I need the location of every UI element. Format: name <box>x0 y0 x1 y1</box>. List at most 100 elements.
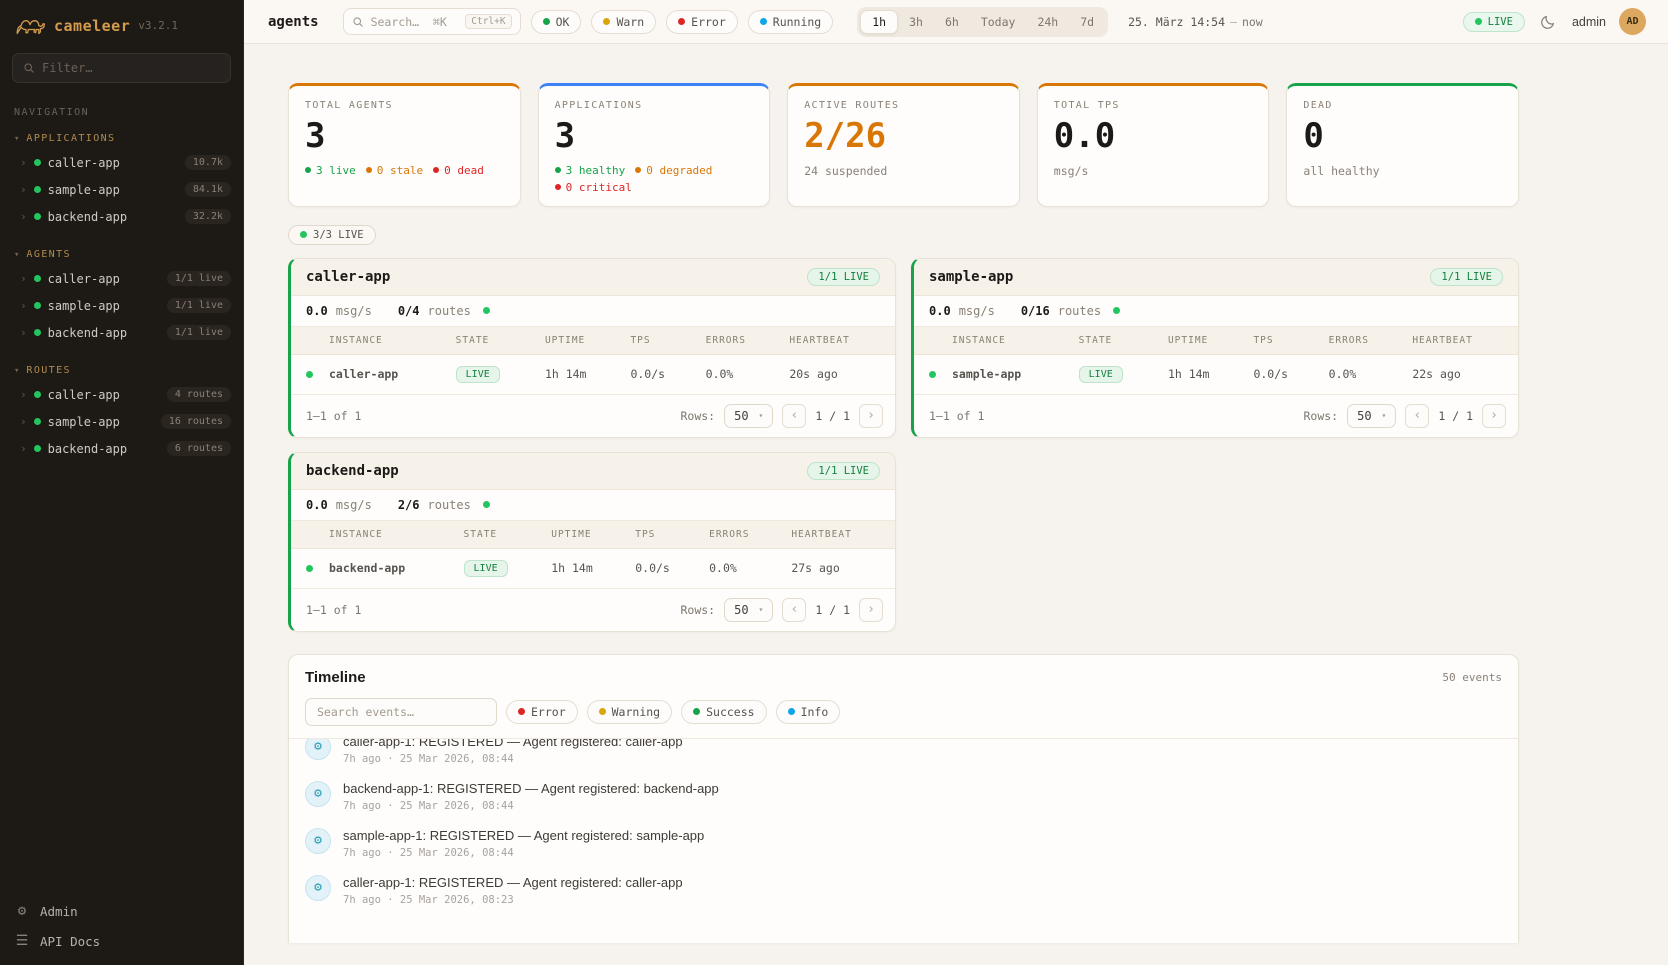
filter-chip-error[interactable]: Error <box>666 10 738 34</box>
chip-label: Running <box>773 15 821 29</box>
sidebar-item-routes-sample-app[interactable]: › sample-app 16 routes <box>0 408 243 435</box>
routes-value: 0/4 <box>398 304 420 318</box>
timeline-event-list[interactable]: ⚙ caller-app-1: REGISTERED — Agent regis… <box>289 738 1518 943</box>
avatar[interactable]: AD <box>1619 8 1646 35</box>
timeline-search-input[interactable] <box>305 698 497 726</box>
sidebar-item-routes-caller-app[interactable]: › caller-app 4 routes <box>0 381 243 408</box>
dark-mode-toggle[interactable] <box>1538 11 1559 32</box>
sidebar-footer: ⚙ Admin ☰ API Docs <box>0 895 243 949</box>
column-header: HEARTBEAT <box>783 521 895 549</box>
instance-name: sample-app <box>944 354 1071 394</box>
list-item[interactable]: ⚙ caller-app-1: REGISTERED — Agent regis… <box>289 867 1518 914</box>
stat-value: 0.0 <box>1054 119 1253 155</box>
sidebar-item-routes-backend-app[interactable]: › backend-app 6 routes <box>0 435 243 462</box>
errors-cell: 0.0% <box>1321 354 1405 394</box>
column-header: HEARTBEAT <box>781 327 895 355</box>
section-header-applications[interactable]: ▾ APPLICATIONS <box>0 128 243 149</box>
list-item[interactable]: ⚙ caller-app-1: REGISTERED — Agent regis… <box>289 738 1518 773</box>
timeline-filter-info[interactable]: Info <box>776 700 841 724</box>
time-range-7d[interactable]: 7d <box>1069 10 1105 34</box>
rows-label: Rows: <box>680 409 715 423</box>
stat-card-applications: APPLICATIONS 3 3 healthy 0 degraded 0 cr… <box>538 83 771 207</box>
sidebar-item-agents-caller-app[interactable]: › caller-app 1/1 live <box>0 265 243 292</box>
next-page-button[interactable]: › <box>859 404 883 428</box>
filter-chip-ok[interactable]: OK <box>531 10 582 34</box>
filter-chip-running[interactable]: Running <box>748 10 833 34</box>
chip-label: Info <box>801 705 829 719</box>
status-dot <box>635 167 641 173</box>
sidebar-item-admin[interactable]: ⚙ Admin <box>14 903 229 919</box>
timeline-filter-success[interactable]: Success <box>681 700 766 724</box>
column-header: STATE <box>456 521 544 549</box>
rows-per-page-select[interactable]: 50 ▾ <box>1347 404 1396 428</box>
tps-value: 0.0 <box>929 304 951 318</box>
sidebar-item-agents-backend-app[interactable]: › backend-app 1/1 live <box>0 319 243 346</box>
item-label: sample-app <box>48 415 154 429</box>
global-search[interactable]: Ctrl+K <box>343 8 521 35</box>
next-page-button[interactable]: › <box>859 598 883 622</box>
list-item[interactable]: ⚙ sample-app-1: REGISTERED — Agent regis… <box>289 820 1518 867</box>
live-count-badge: 1/1 LIVE <box>807 268 880 286</box>
state-badge: LIVE <box>1079 366 1123 383</box>
rows-value: 50 <box>734 409 748 423</box>
stat-card-dead: DEAD 0 all healthy <box>1286 83 1519 207</box>
live-status-badge[interactable]: LIVE <box>1463 12 1525 32</box>
stat-subtitle: msg/s <box>1054 164 1253 178</box>
table-row[interactable]: sample-app LIVE 1h 14m 0.0/s 0.0% 22s ag… <box>914 354 1518 394</box>
column-header: TPS <box>1245 327 1320 355</box>
live-dot <box>1475 18 1482 25</box>
sidebar-filter[interactable] <box>12 53 231 83</box>
stat-title: ACTIVE ROUTES <box>804 100 1003 111</box>
sidebar-item-applications-sample-app[interactable]: › sample-app 84.1k <box>0 176 243 203</box>
time-range-6h[interactable]: 6h <box>934 10 970 34</box>
prev-page-button[interactable]: ‹ <box>782 404 806 428</box>
table-row[interactable]: backend-app LIVE 1h 14m 0.0/s 0.0% 27s a… <box>291 548 895 588</box>
sidebar-item-applications-caller-app[interactable]: › caller-app 10.7k <box>0 149 243 176</box>
warning-status-dot <box>599 708 606 715</box>
sidebar-filter-input[interactable] <box>42 61 220 75</box>
event-gear-icon: ⚙ <box>305 781 331 807</box>
column-header: ERRORS <box>1321 327 1405 355</box>
gear-icon: ⚙ <box>14 903 30 919</box>
date-range[interactable]: 25. März 14:54—now <box>1128 15 1263 29</box>
timeline-filter-error[interactable]: Error <box>506 700 578 724</box>
time-range-1h[interactable]: 1h <box>860 10 898 34</box>
table-row[interactable]: caller-app LIVE 1h 14m 0.0/s 0.0% 20s ag… <box>291 354 895 394</box>
column-dot <box>291 327 321 355</box>
filter-chip-warn[interactable]: Warn <box>591 10 656 34</box>
uptime-cell: 1h 14m <box>543 548 627 588</box>
top-bar-right: LIVE admin AD <box>1463 8 1646 35</box>
item-badge: 1/1 live <box>167 298 231 313</box>
prev-page-button[interactable]: ‹ <box>1405 404 1429 428</box>
stat-title: TOTAL AGENTS <box>305 100 504 111</box>
rows-per-page-select[interactable]: 50 ▾ <box>724 404 773 428</box>
event-meta: 7h ago · 25 Mar 2026, 08:44 <box>343 847 704 859</box>
section-header-routes[interactable]: ▾ ROUTES <box>0 360 243 381</box>
pulse-dot <box>1113 307 1120 314</box>
status-dot <box>34 159 41 166</box>
global-search-input[interactable] <box>371 15 459 29</box>
stat-card-active-routes: ACTIVE ROUTES 2/26 24 suspended <box>787 83 1020 207</box>
event-gear-icon: ⚙ <box>305 828 331 854</box>
list-item[interactable]: ⚙ backend-app-1: REGISTERED — Agent regi… <box>289 773 1518 820</box>
prev-page-button[interactable]: ‹ <box>782 598 806 622</box>
sidebar-item-applications-backend-app[interactable]: › backend-app 32.2k <box>0 203 243 230</box>
timeline-filter-warning[interactable]: Warning <box>587 700 672 724</box>
status-dot <box>555 167 561 173</box>
section-header-agents[interactable]: ▾ AGENTS <box>0 244 243 265</box>
stats-grid: TOTAL AGENTS 3 3 live 0 stale 0 dead APP… <box>288 83 1519 207</box>
sidebar-item-api-docs[interactable]: ☰ API Docs <box>14 933 229 949</box>
instances-table: INSTANCE STATE UPTIME TPS ERRORS HEARTBE… <box>914 327 1518 395</box>
item-badge: 84.1k <box>185 182 231 197</box>
event-title: sample-app-1: REGISTERED — Agent registe… <box>343 828 704 843</box>
time-range-today[interactable]: Today <box>970 10 1027 34</box>
time-range-24h[interactable]: 24h <box>1026 10 1069 34</box>
time-range-3h[interactable]: 3h <box>898 10 934 34</box>
stat-detail: 0 critical <box>566 181 632 194</box>
rows-per-page-select[interactable]: 50 ▾ <box>724 598 773 622</box>
content-area: TOTAL AGENTS 3 3 live 0 stale 0 dead APP… <box>244 44 1668 965</box>
sidebar-item-agents-sample-app[interactable]: › sample-app 1/1 live <box>0 292 243 319</box>
status-dot <box>34 302 41 309</box>
next-page-button[interactable]: › <box>1482 404 1506 428</box>
event-title: caller-app-1: REGISTERED — Agent registe… <box>343 738 683 749</box>
